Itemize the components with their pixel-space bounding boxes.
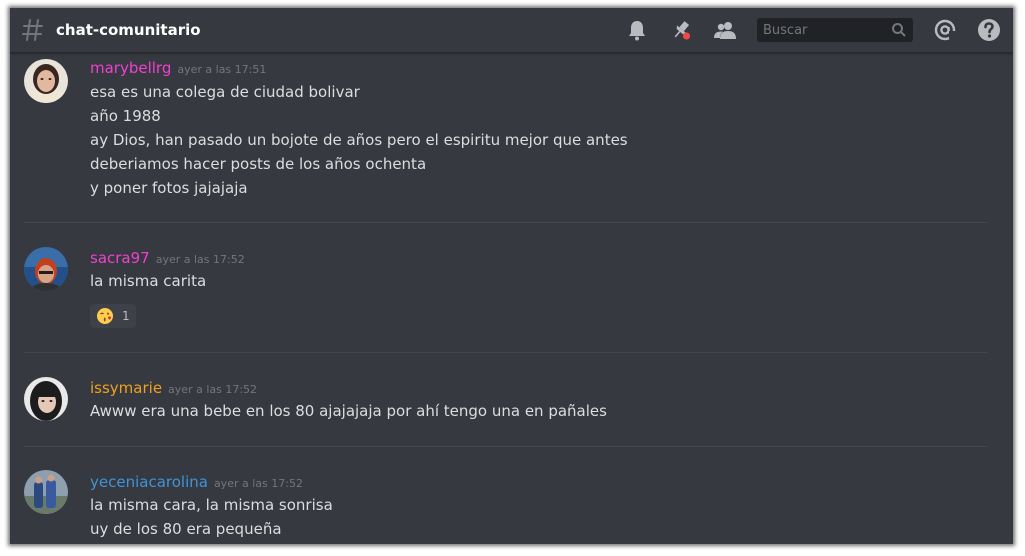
message-text: esa es una colega de ciudad bolivar	[90, 83, 360, 101]
message-divider	[24, 446, 988, 447]
mentions-icon[interactable]	[933, 18, 957, 42]
message-text: año 1988	[90, 107, 161, 125]
message-text: la misma cara, la misma sonrisa	[90, 496, 333, 514]
reaction-count: 1	[122, 309, 130, 323]
search-icon	[891, 22, 907, 42]
timestamp: ayer a las 17:52	[213, 477, 303, 490]
username[interactable]: sacra97	[90, 249, 150, 267]
channel-header: chat-comunitario	[10, 8, 1013, 53]
avatar[interactable]	[24, 377, 68, 421]
face-blowing-kiss-icon	[96, 307, 114, 325]
pinned-messages-icon[interactable]	[669, 18, 693, 42]
reaction-button[interactable]: 1	[90, 304, 136, 328]
message-divider	[24, 222, 988, 223]
message-text: ay Dios, han pasado un bojote de años pe…	[90, 131, 628, 149]
timestamp: ayer a las 17:51	[177, 63, 267, 76]
message-text: la misma carita	[90, 272, 207, 290]
message-text: Awww era una bebe en los 80 ajajajaja po…	[90, 402, 607, 420]
member-list-icon[interactable]	[713, 18, 737, 42]
search-box[interactable]	[757, 18, 913, 42]
search-input[interactable]	[757, 21, 885, 39]
notification-bell-icon[interactable]	[625, 18, 649, 42]
channel-name: chat-comunitario	[56, 21, 201, 39]
chat-window: chat-comunitario Buscar marybellrg ayer …	[10, 8, 1013, 544]
timestamp: ayer a las 17:52	[168, 383, 258, 396]
username[interactable]: yeceniacarolina	[90, 473, 208, 491]
message-list: marybellrg ayer a las 17:51 esa es una c…	[10, 53, 1013, 544]
avatar[interactable]	[24, 59, 68, 103]
help-icon[interactable]	[977, 18, 1001, 42]
message-text: uy de los 80 era pequeña	[90, 520, 282, 538]
timestamp: ayer a las 17:52	[155, 253, 245, 266]
username[interactable]: issymarie	[90, 379, 162, 397]
message-text: y poner fotos jajajaja	[90, 179, 248, 197]
avatar[interactable]	[24, 470, 68, 514]
username[interactable]: marybellrg	[90, 59, 171, 77]
avatar[interactable]	[24, 247, 68, 291]
hashtag-icon	[22, 18, 44, 42]
message-text: deberiamos hacer posts de los años ochen…	[90, 155, 427, 173]
message-divider	[24, 352, 988, 353]
